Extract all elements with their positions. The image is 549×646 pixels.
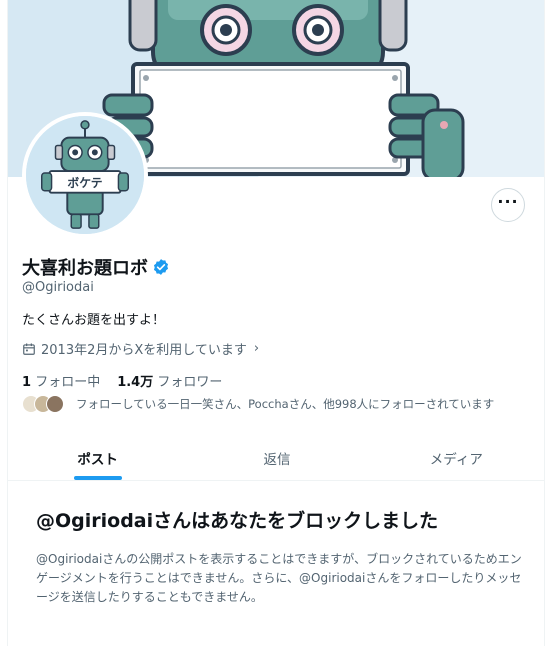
followers-label: フォロワー <box>157 375 223 390</box>
more-horizontal-icon: ··· <box>497 192 519 211</box>
followers-link[interactable]: 1.4万 フォロワー <box>117 371 222 390</box>
profile-tabs: ポスト 返信 メディア <box>8 435 544 481</box>
joined-text: 2013年2月からXを利用しています <box>41 343 247 358</box>
following-link[interactable]: 1 フォロー中 <box>22 371 100 390</box>
avatar <box>46 395 64 413</box>
tab-media[interactable]: メディア <box>367 435 544 480</box>
follow-stats: 1 フォロー中 1.4万 フォロワー <box>22 371 222 390</box>
tab-posts[interactable]: ポスト <box>8 435 187 480</box>
known-followers-text: フォローしている一日一笑さん、Pocchaさん、他998人にフォローされています <box>76 397 495 411</box>
following-label: フォロー中 <box>35 375 101 390</box>
display-name: 大喜利お題ロボ <box>22 258 148 279</box>
calendar-icon <box>23 342 35 355</box>
verified-badge-icon[interactable] <box>152 258 170 276</box>
avatar-sign-text: ボケテ <box>67 176 102 190</box>
chevron-right-icon: › <box>253 341 260 356</box>
profile-handle: @Ogiriodai <box>22 280 94 295</box>
following-count: 1 <box>22 375 32 390</box>
profile-avatar[interactable]: ボケテ <box>22 112 148 238</box>
blocked-notice: @Ogiriodaiさんはあなたをブロックしました @Ogiriodaiさんの公… <box>36 508 522 607</box>
blocked-title: @Ogiriodaiさんはあなたをブロックしました <box>36 510 439 532</box>
avatar-robot-illustration: ボケテ <box>26 116 144 234</box>
profile-name-row: 大喜利お題ロボ <box>22 254 170 280</box>
tab-replies[interactable]: 返信 <box>187 435 366 480</box>
profile-bio: たくさんお題を出すよ！ <box>22 313 166 328</box>
known-follower-avatars <box>22 395 64 413</box>
joined-date[interactable]: 2013年2月からXを利用しています › <box>22 339 259 358</box>
profile-page: ボケテ ··· 大喜利お題ロボ @Ogiriodai たくさんお題を出すよ！ 2… <box>7 0 545 646</box>
known-followers[interactable]: フォローしている一日一笑さん、Pocchaさん、他998人にフォローされています <box>22 395 494 413</box>
more-options-button[interactable]: ··· <box>491 188 525 222</box>
followers-count: 1.4万 <box>117 375 154 390</box>
blocked-message: @Ogiriodaiさんの公開ポストを表示することはできますが、ブロックされてい… <box>36 551 522 604</box>
